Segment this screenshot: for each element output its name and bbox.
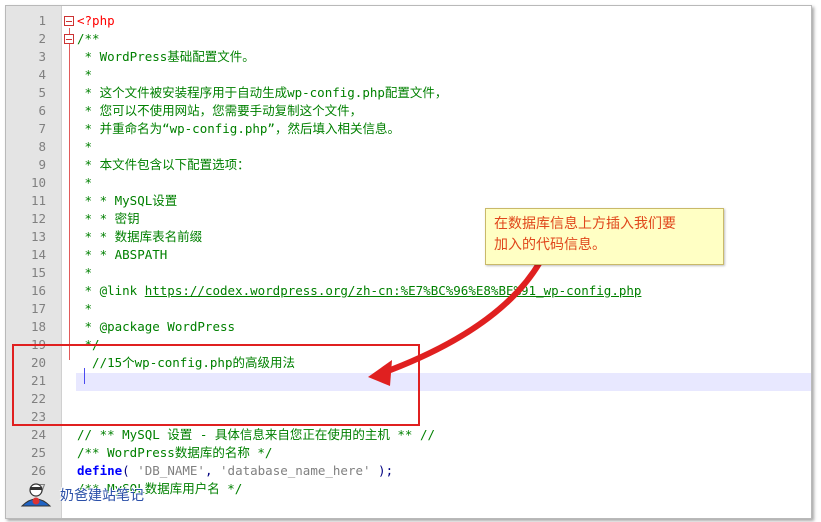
- arrow-icon: [377, 259, 543, 377]
- callout-text-line-2: 加入的代码信息。: [494, 237, 606, 253]
- watermark: 奶爸建站笔记: [16, 483, 144, 507]
- callout-text-line-1: 在数据库信息上方插入我们要: [494, 216, 676, 232]
- watermark-text: 奶爸建站笔记: [60, 488, 144, 504]
- callout-note: 在数据库信息上方插入我们要 加入的代码信息。: [485, 208, 724, 265]
- arrow-head-icon: [368, 360, 392, 386]
- avatar-icon: [20, 483, 52, 507]
